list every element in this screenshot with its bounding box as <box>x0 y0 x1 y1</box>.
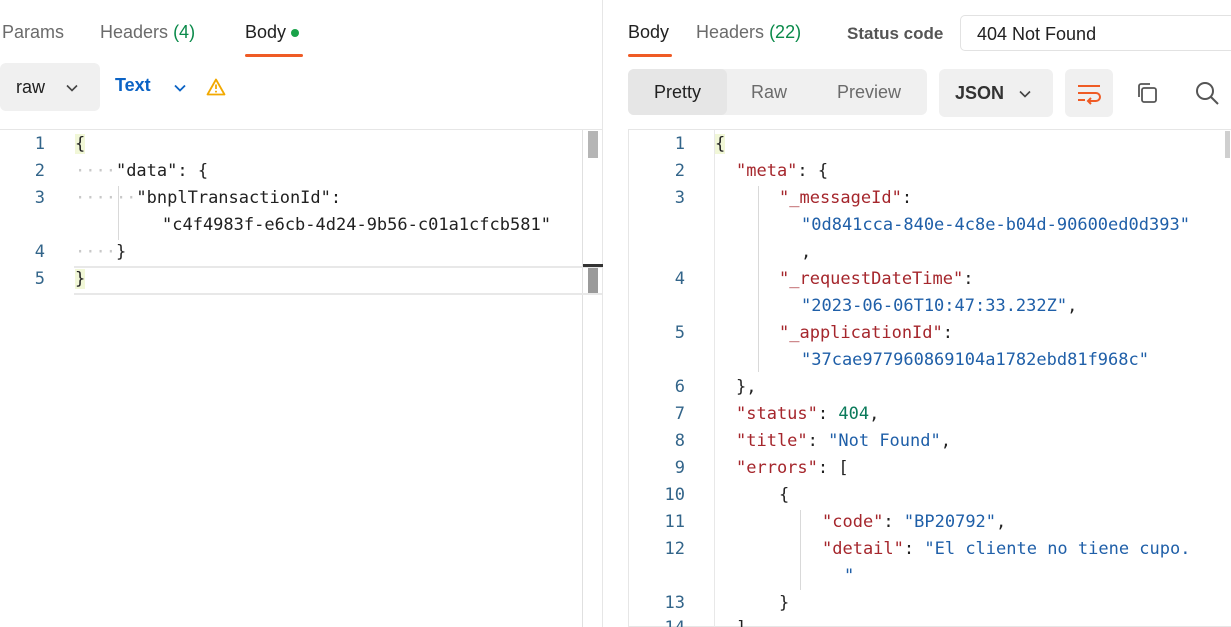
panel-divider <box>602 0 603 627</box>
copy-icon[interactable] <box>1135 81 1159 105</box>
resp-line-8: "title": "Not Found", <box>736 431 951 451</box>
resp-line-10: { <box>779 485 790 505</box>
response-scrollbar-thumb[interactable] <box>1225 131 1230 158</box>
resp-line-5: "_applicationId": <box>779 323 954 343</box>
resp-line-14: ] <box>736 618 746 627</box>
response-tab-body[interactable]: Body <box>628 22 669 43</box>
code-line-2: ····"data": { <box>75 161 209 181</box>
resp-line-6: }, <box>736 377 757 397</box>
view-preview-button[interactable]: Preview <box>811 69 927 115</box>
code-line-4: ····} <box>75 242 127 262</box>
response-format-dropdown[interactable]: JSON <box>939 69 1053 117</box>
view-raw-button[interactable]: Raw <box>727 69 811 115</box>
body-modified-dot <box>291 29 300 38</box>
resp-line-9: "errors": [ <box>736 458 849 478</box>
code-line-1: { <box>75 134 86 154</box>
scroll-marker <box>583 264 603 267</box>
wrap-lines-button[interactable] <box>1065 69 1113 117</box>
resp-line-3-comma: , <box>801 242 812 262</box>
current-line-highlight <box>74 266 602 295</box>
resp-line-4: "_requestDateTime": <box>779 269 974 289</box>
chevron-down-icon[interactable] <box>172 80 188 96</box>
response-tab-body-underline <box>628 54 672 57</box>
tab-body[interactable]: Body <box>245 22 300 43</box>
chevron-down-icon <box>1019 90 1031 98</box>
status-code-badge[interactable]: 404 Not Found <box>960 15 1231 51</box>
warning-icon[interactable] <box>206 78 226 96</box>
wrap-lines-icon <box>1078 85 1101 105</box>
chevron-down-icon <box>66 84 78 92</box>
resp-line-13: } <box>779 593 790 613</box>
resp-line-12: "detail": "El cliente no tiene cupo. <box>822 539 1191 559</box>
code-line-3-value: "c4f4983f-e6cb-4d24-9b56-c01a1cfcb581" <box>162 215 551 235</box>
view-pretty-button[interactable]: Pretty <box>628 69 727 115</box>
view-mode-group: Pretty Raw Preview <box>628 69 927 115</box>
scrollbar-thumb-bottom[interactable] <box>588 268 598 293</box>
format-dropdown[interactable]: Text <box>115 75 151 96</box>
response-tab-headers[interactable]: Headers (22) <box>696 22 801 43</box>
resp-line-7: "status": 404, <box>736 404 880 424</box>
code-line-5: } <box>75 269 86 289</box>
body-type-dropdown[interactable]: raw <box>0 63 100 111</box>
indent-guide <box>800 510 801 590</box>
tab-params[interactable]: Params <box>2 22 64 43</box>
resp-line-11: "code": "BP20792", <box>822 512 1007 532</box>
indent-guide <box>758 186 759 372</box>
response-headers-count: (22) <box>769 22 802 42</box>
resp-line-3-value: "0d841cca-840e-4c8e-b04d-90600ed0d393" <box>801 215 1190 235</box>
body-type-label: raw <box>16 77 46 97</box>
resp-line-12-end: " <box>844 566 855 586</box>
resp-line-4-value: "2023-06-06T10:47:33.232Z", <box>801 296 1078 316</box>
resp-line-1: { <box>715 134 726 154</box>
status-code-label: Status code <box>847 24 944 43</box>
resp-line-3: "_messageId": <box>779 188 913 208</box>
search-icon[interactable] <box>1194 80 1220 106</box>
scrollbar-thumb[interactable] <box>588 131 598 158</box>
tab-body-underline <box>245 54 303 57</box>
editor-gutter-line <box>582 130 583 627</box>
resp-line-5-value: "37cae977960869104a1782ebd81f968c" <box>801 350 1149 370</box>
response-gutter-line <box>714 130 715 627</box>
resp-line-2: "meta": { <box>736 161 829 181</box>
code-line-3: ······"bnplTransactionId": <box>75 188 342 208</box>
tab-headers[interactable]: Headers (4) <box>100 22 195 43</box>
headers-count: (4) <box>173 22 196 42</box>
editor-top-border <box>0 129 603 130</box>
